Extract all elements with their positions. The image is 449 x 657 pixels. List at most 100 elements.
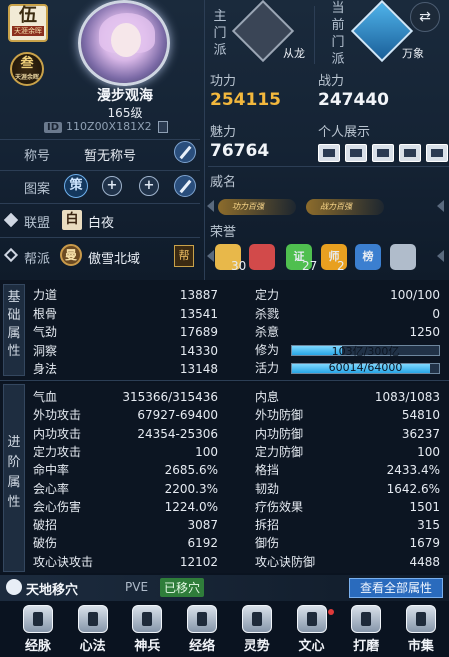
bottom-tab[interactable]: 灵势 — [234, 605, 280, 655]
stat-label: 破伤 — [33, 536, 58, 551]
stat-value: 1642.6% — [386, 481, 440, 496]
divider — [0, 203, 200, 204]
guild-row: 帮派 曼 傲雪北域 帮 — [0, 241, 200, 269]
drum-icon[interactable] — [249, 244, 275, 270]
title-value: 暂无称号 — [84, 149, 137, 164]
weiming-next-icon[interactable] — [437, 200, 444, 212]
rank-badge[interactable]: 伍 天涯余晖 — [8, 4, 48, 42]
advanced-tab[interactable]: 进阶属性 — [3, 384, 25, 572]
move-acupoint-bar: 天地移穴 PVE 已移穴 查看全部属性 — [0, 575, 449, 601]
stat-row: 外功攻击 67927-69400 — [33, 407, 218, 424]
advanced-tab-label: 进阶属性 — [7, 435, 21, 510]
stat-row: 杀戮 0 — [255, 306, 440, 323]
stat-row: 格挡 2433.4% — [255, 462, 440, 479]
alliance-name[interactable]: 白夜 — [88, 212, 114, 231]
stat-row: 气血 315366/315436 — [33, 389, 218, 406]
jade-icon[interactable] — [390, 244, 416, 270]
heart-method-icon — [77, 605, 108, 633]
edit-pattern-pen-icon[interactable] — [174, 175, 196, 197]
stat-label: 气劲 — [33, 325, 58, 339]
add-pattern-icon[interactable]: + — [139, 176, 159, 196]
divider — [208, 166, 449, 167]
stat-label: 攻心诀攻击 — [33, 554, 94, 569]
stat-row: 气劲 17689 — [33, 324, 218, 341]
stat-value: 2433.4% — [386, 463, 440, 478]
xiuwei-text: 103亿/300亿 — [331, 345, 400, 358]
show-robe-icon[interactable] — [426, 144, 448, 162]
add-pattern-icon[interactable]: + — [102, 176, 122, 196]
stat-label: 格挡 — [255, 463, 280, 478]
stat-label: 洞察 — [33, 343, 58, 358]
meili-value: 76764 — [210, 141, 270, 161]
stat-label: 内功攻击 — [33, 426, 82, 441]
stat-row: 拆招 315 — [255, 517, 440, 534]
stat-value: 14330 — [179, 343, 218, 358]
stat-value: 3087 — [187, 518, 218, 533]
stat-value: 1679 — [409, 536, 440, 551]
pattern-label: 图案 — [24, 182, 51, 197]
stat-row: 定力攻击 100 — [33, 444, 218, 461]
guild-badge-icon: 曼 — [60, 244, 82, 266]
column-divider — [204, 0, 205, 280]
copy-icon[interactable] — [157, 121, 168, 133]
current-sect-name: 万象 — [402, 47, 424, 60]
bottom-tab[interactable]: 心法 — [70, 605, 116, 655]
stat-row: 破伤 6192 — [33, 535, 218, 552]
seal-badge[interactable]: 叁 天涯余晖 — [10, 52, 44, 86]
stat-label: 杀意 — [255, 325, 280, 339]
bottom-tab[interactable]: 神兵 — [124, 605, 170, 655]
stat-label: 根骨 — [33, 306, 58, 321]
stat-row: 疗伤效果 1501 — [255, 499, 440, 516]
stat-label: 命中率 — [33, 463, 70, 478]
player-level: 165级 — [107, 106, 143, 120]
bottom-tab-label: 文心 — [298, 639, 325, 654]
stat-row: 身法 13148 — [33, 361, 218, 378]
stat-value: 13541 — [179, 306, 218, 321]
seal-char: 叁 — [20, 56, 34, 71]
bottom-tab[interactable]: 市集 — [398, 605, 444, 655]
basic-tab[interactable]: 基础属性 — [3, 284, 25, 376]
title-row: 称号 暂无称号 — [0, 141, 200, 169]
guild-name[interactable]: 傲雪北域 — [88, 248, 140, 267]
bottom-tab[interactable]: 经脉 — [15, 605, 61, 655]
stat-value: 100 — [417, 444, 440, 459]
swap-sect-icon[interactable]: ⇄ — [410, 2, 440, 32]
main-sect-name: 从龙 — [283, 47, 305, 60]
pattern-icon[interactable]: 策 — [64, 174, 88, 198]
edit-title-pen-icon[interactable] — [174, 141, 196, 163]
current-sect-label: 当前门派 — [331, 1, 345, 67]
weiming-badge[interactable]: 战力百强 — [306, 199, 384, 215]
view-all-button[interactable]: 查看全部属性 — [349, 578, 443, 598]
show-shop-icon[interactable] — [399, 144, 421, 162]
yinyang-icon — [6, 579, 22, 595]
id-tag: ID — [44, 122, 63, 133]
xiuwei-bar: 103亿/300亿 — [291, 345, 440, 358]
stat-label: 拆招 — [255, 518, 280, 533]
ranking-icon[interactable]: 榜 — [355, 244, 381, 270]
avatar[interactable] — [78, 0, 170, 86]
stat-row: 力道 13887 — [33, 287, 218, 304]
weiming-label: 威名 — [210, 175, 237, 190]
rank-title: 天涯余晖 — [12, 26, 44, 36]
weiming-badge[interactable]: 功力百强 — [218, 199, 296, 215]
huoli-bar: 60014/64000 — [291, 361, 440, 374]
bottom-tab[interactable]: 经络 — [179, 605, 225, 655]
stat-value: 1250 — [409, 325, 440, 339]
stat-value: 12102 — [179, 554, 218, 569]
stat-value: 54810 — [401, 408, 440, 423]
stat-row: 命中率 2685.6% — [33, 462, 218, 479]
stat-label: 破招 — [33, 518, 58, 533]
show-gate-icon[interactable] — [372, 144, 394, 162]
show-card-icon[interactable] — [318, 144, 340, 162]
weiming-prev-icon[interactable] — [207, 200, 214, 212]
stat-value: 36237 — [401, 426, 440, 441]
stat-label: 会心伤害 — [33, 499, 82, 514]
guild-flag-icon[interactable]: 帮 — [174, 245, 194, 267]
honor-prev-icon[interactable] — [207, 250, 214, 262]
bottom-tab-label: 市集 — [407, 639, 434, 654]
honor-next-icon[interactable] — [437, 250, 444, 262]
title-label: 称号 — [24, 149, 51, 164]
bottom-tab[interactable]: 打磨 — [343, 605, 389, 655]
show-house-icon[interactable] — [345, 144, 367, 162]
stat-value: 100 — [195, 444, 218, 459]
